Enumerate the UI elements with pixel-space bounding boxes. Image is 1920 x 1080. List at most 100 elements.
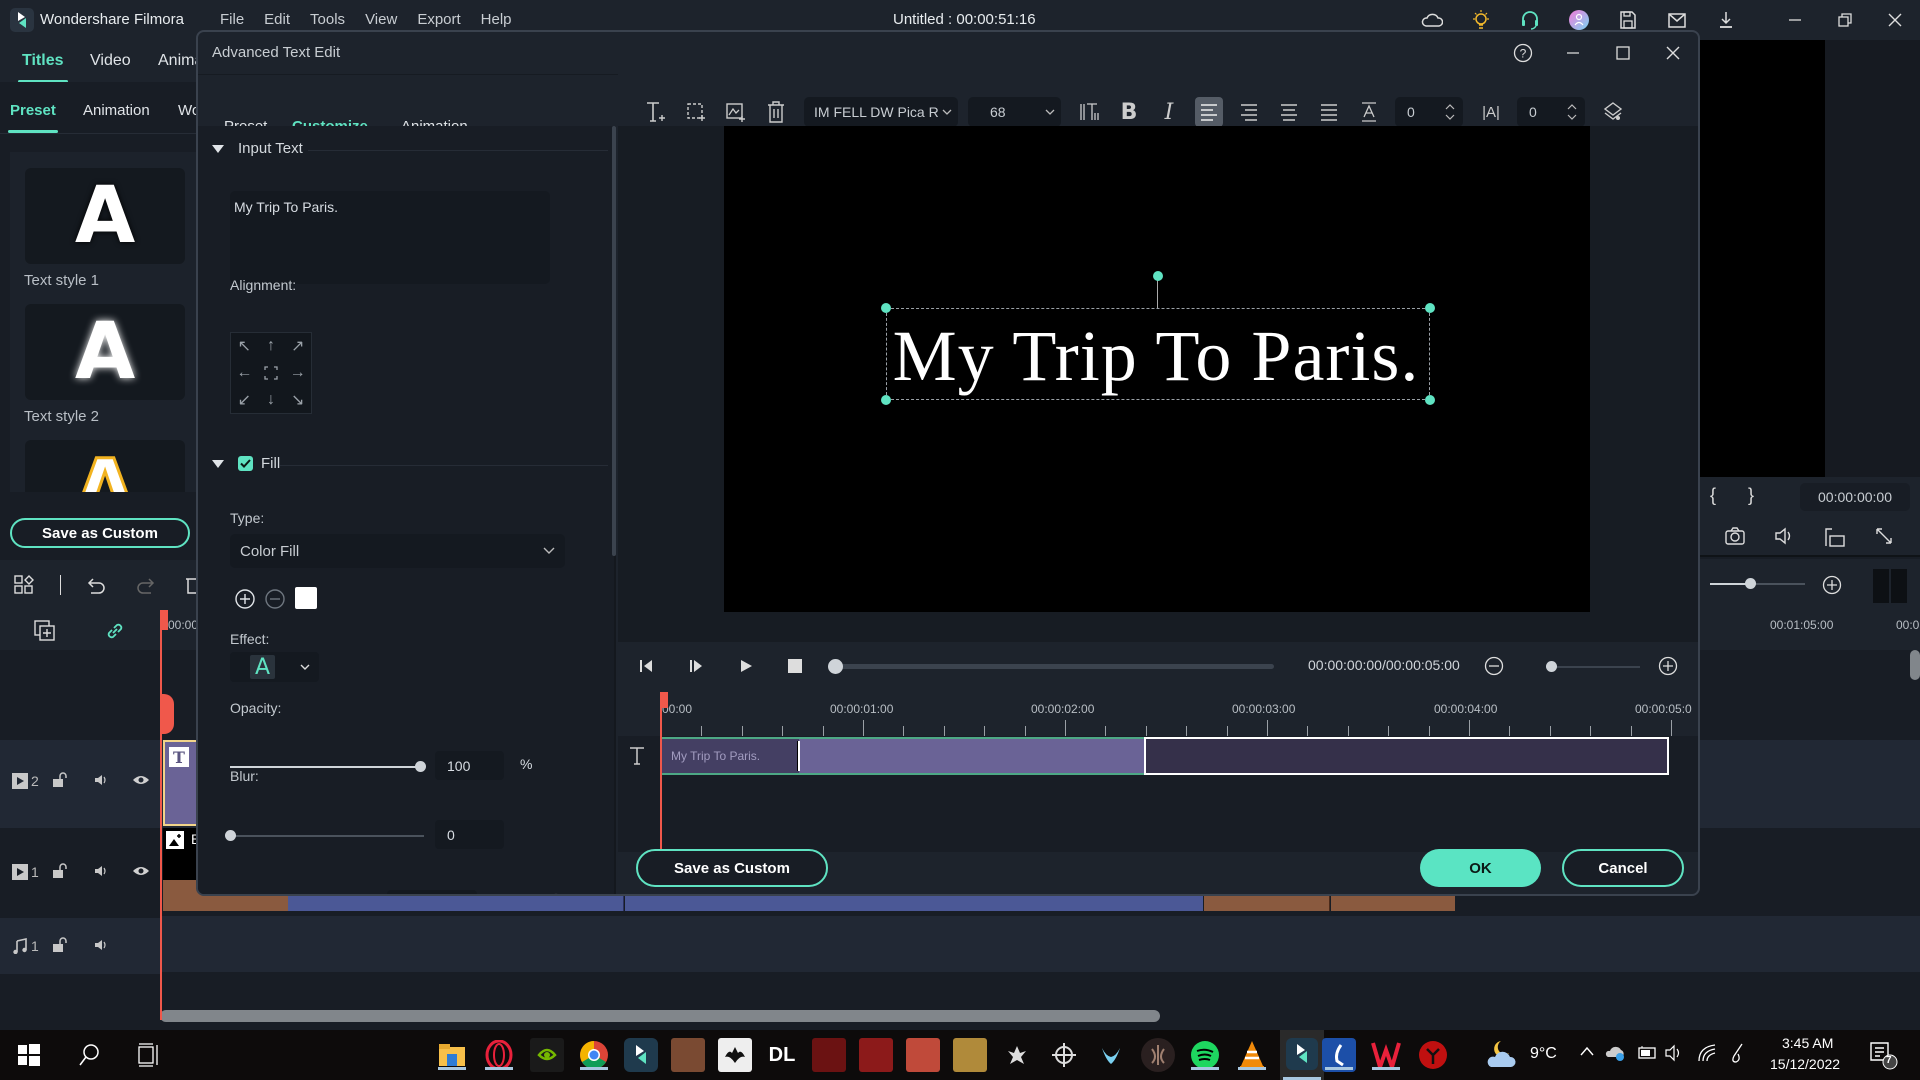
blur-knob[interactable] (225, 830, 236, 841)
resize-handle-tl[interactable] (881, 303, 891, 313)
next-frame-icon[interactable] (688, 658, 704, 674)
playback-knob[interactable] (828, 659, 843, 674)
onedrive-icon[interactable] (1605, 1043, 1627, 1063)
preset-thumb-3[interactable]: A (25, 440, 185, 492)
align-right-text-icon[interactable] (1235, 98, 1263, 126)
link-icon[interactable] (104, 620, 126, 642)
taskbar-witcher[interactable] (1000, 1038, 1034, 1072)
text-direction-icon[interactable] (1075, 98, 1103, 126)
clip-blue-2[interactable] (625, 896, 1203, 911)
italic-icon[interactable]: I (1155, 98, 1183, 126)
dialog-playhead-head[interactable] (660, 692, 668, 708)
taskbar-game-2[interactable] (906, 1038, 940, 1072)
search-icon[interactable] (78, 1043, 100, 1067)
main-playhead[interactable] (160, 610, 162, 1020)
fullscreen-icon[interactable] (1875, 527, 1893, 545)
blur-input[interactable]: 0 (435, 820, 504, 849)
text-baseline-icon[interactable] (1355, 98, 1383, 126)
tl-zoom-out-icon[interactable] (1484, 656, 1504, 676)
add-color-icon[interactable] (234, 588, 256, 610)
lock-icon[interactable] (52, 863, 68, 879)
resize-handle-bl[interactable] (881, 395, 891, 405)
add-image-icon[interactable] (722, 98, 750, 126)
font-size-select[interactable]: 68 (968, 97, 1061, 127)
mark-in-icon[interactable]: { (1710, 485, 1716, 506)
add-outline-icon[interactable] (546, 893, 566, 894)
speaker-icon[interactable] (93, 772, 109, 788)
line-spacing-input[interactable]: 0 (1517, 97, 1585, 127)
clip-trim-handle[interactable] (797, 741, 800, 771)
weather-icon[interactable] (1485, 1039, 1519, 1071)
align-top-left-icon[interactable]: ↖ (231, 333, 258, 360)
display-icon[interactable] (1824, 527, 1846, 547)
delete-icon[interactable] (184, 575, 196, 595)
headset-icon[interactable] (1518, 8, 1542, 32)
taskbar-chrome[interactable] (577, 1038, 611, 1072)
fill-section[interactable]: Fill (212, 455, 280, 472)
show-hidden-icons[interactable] (1580, 1046, 1594, 1056)
clip-brown-2[interactable] (1204, 896, 1330, 911)
fill-color-swatch[interactable] (295, 587, 317, 609)
taskbar-app-red[interactable] (1416, 1038, 1450, 1072)
save-as-custom-button[interactable]: Save as Custom (636, 849, 828, 887)
align-left-text-icon[interactable] (1195, 97, 1223, 127)
close-button[interactable] (1870, 0, 1920, 40)
dialog-maximize-button[interactable] (1598, 32, 1648, 74)
dialog-zoom-slider[interactable] (1546, 661, 1640, 672)
taskbar-game-3[interactable] (953, 1038, 987, 1072)
menu-tools[interactable]: Tools (310, 11, 345, 28)
mark-out-icon[interactable]: } (1748, 485, 1754, 506)
taskbar-spotify[interactable] (1188, 1038, 1222, 1072)
align-bottom-left-icon[interactable]: ↙ (231, 386, 258, 413)
cancel-button[interactable]: Cancel (1562, 849, 1684, 887)
align-left-icon[interactable]: ← (231, 360, 258, 387)
lock-icon[interactable] (52, 937, 68, 953)
preview-canvas[interactable]: My Trip To Paris. (724, 126, 1590, 612)
minimize-button[interactable] (1770, 0, 1820, 40)
menu-export[interactable]: Export (417, 11, 460, 28)
taskbar-dl[interactable]: DL (765, 1038, 799, 1072)
timeline-zoom-slider[interactable] (1710, 578, 1805, 589)
taskbar-jedi[interactable] (1141, 1038, 1175, 1072)
panel-toggle-left[interactable] (1873, 569, 1889, 603)
menu-help[interactable]: Help (481, 11, 512, 28)
outline-color-select[interactable] (387, 890, 477, 894)
rotate-handle[interactable] (1153, 271, 1163, 281)
mail-icon[interactable] (1665, 8, 1689, 32)
align-top-icon[interactable]: ↑ (258, 333, 285, 360)
speaker-icon[interactable] (93, 937, 109, 953)
taskbar-nvidia[interactable] (530, 1038, 564, 1072)
dialog-playhead[interactable] (660, 692, 662, 852)
save-icon[interactable] (1616, 8, 1640, 32)
font-select[interactable]: IM FELL DW Pica R (804, 97, 958, 127)
taskbar-file-explorer[interactable] (435, 1038, 469, 1072)
char-spacing-input[interactable]: 0 (1395, 97, 1463, 127)
line-spacing-icon[interactable]: |A| (1477, 98, 1505, 126)
ok-button[interactable]: OK (1420, 849, 1541, 887)
avatar-icon[interactable] (1567, 8, 1591, 32)
playhead-marker[interactable] (160, 694, 174, 734)
opacity-input[interactable]: 100 (435, 751, 504, 780)
add-shape-icon[interactable] (682, 98, 710, 126)
taskbar-evil-west[interactable] (812, 1038, 846, 1072)
speaker-icon[interactable] (93, 863, 109, 879)
playback-progress[interactable] (828, 659, 1274, 674)
taskbar-filmora[interactable] (624, 1038, 658, 1072)
prev-frame-icon[interactable] (638, 658, 654, 674)
tab-video[interactable]: Video (90, 52, 131, 70)
add-text-icon[interactable] (642, 98, 670, 126)
taskbar-rdr2[interactable] (859, 1038, 893, 1072)
zoom-in-icon[interactable] (1822, 575, 1842, 595)
left-save-as-custom-button[interactable]: Save as Custom (10, 518, 190, 548)
bold-icon[interactable]: B (1115, 98, 1143, 126)
notification-center-icon[interactable] (1868, 1040, 1898, 1070)
taskbar-filmora-active[interactable] (1280, 1030, 1324, 1080)
effect-select[interactable]: A (230, 652, 319, 682)
clip-blue-1[interactable] (288, 896, 624, 911)
fill-type-select[interactable]: Color Fill (230, 534, 565, 568)
tl-zoom-in-icon[interactable] (1658, 656, 1678, 676)
timeline-horizontal-scrollbar[interactable] (160, 1010, 1160, 1022)
undo-icon[interactable] (86, 576, 106, 594)
redo-icon[interactable] (136, 576, 156, 594)
settings-scrollbar[interactable] (612, 126, 616, 556)
